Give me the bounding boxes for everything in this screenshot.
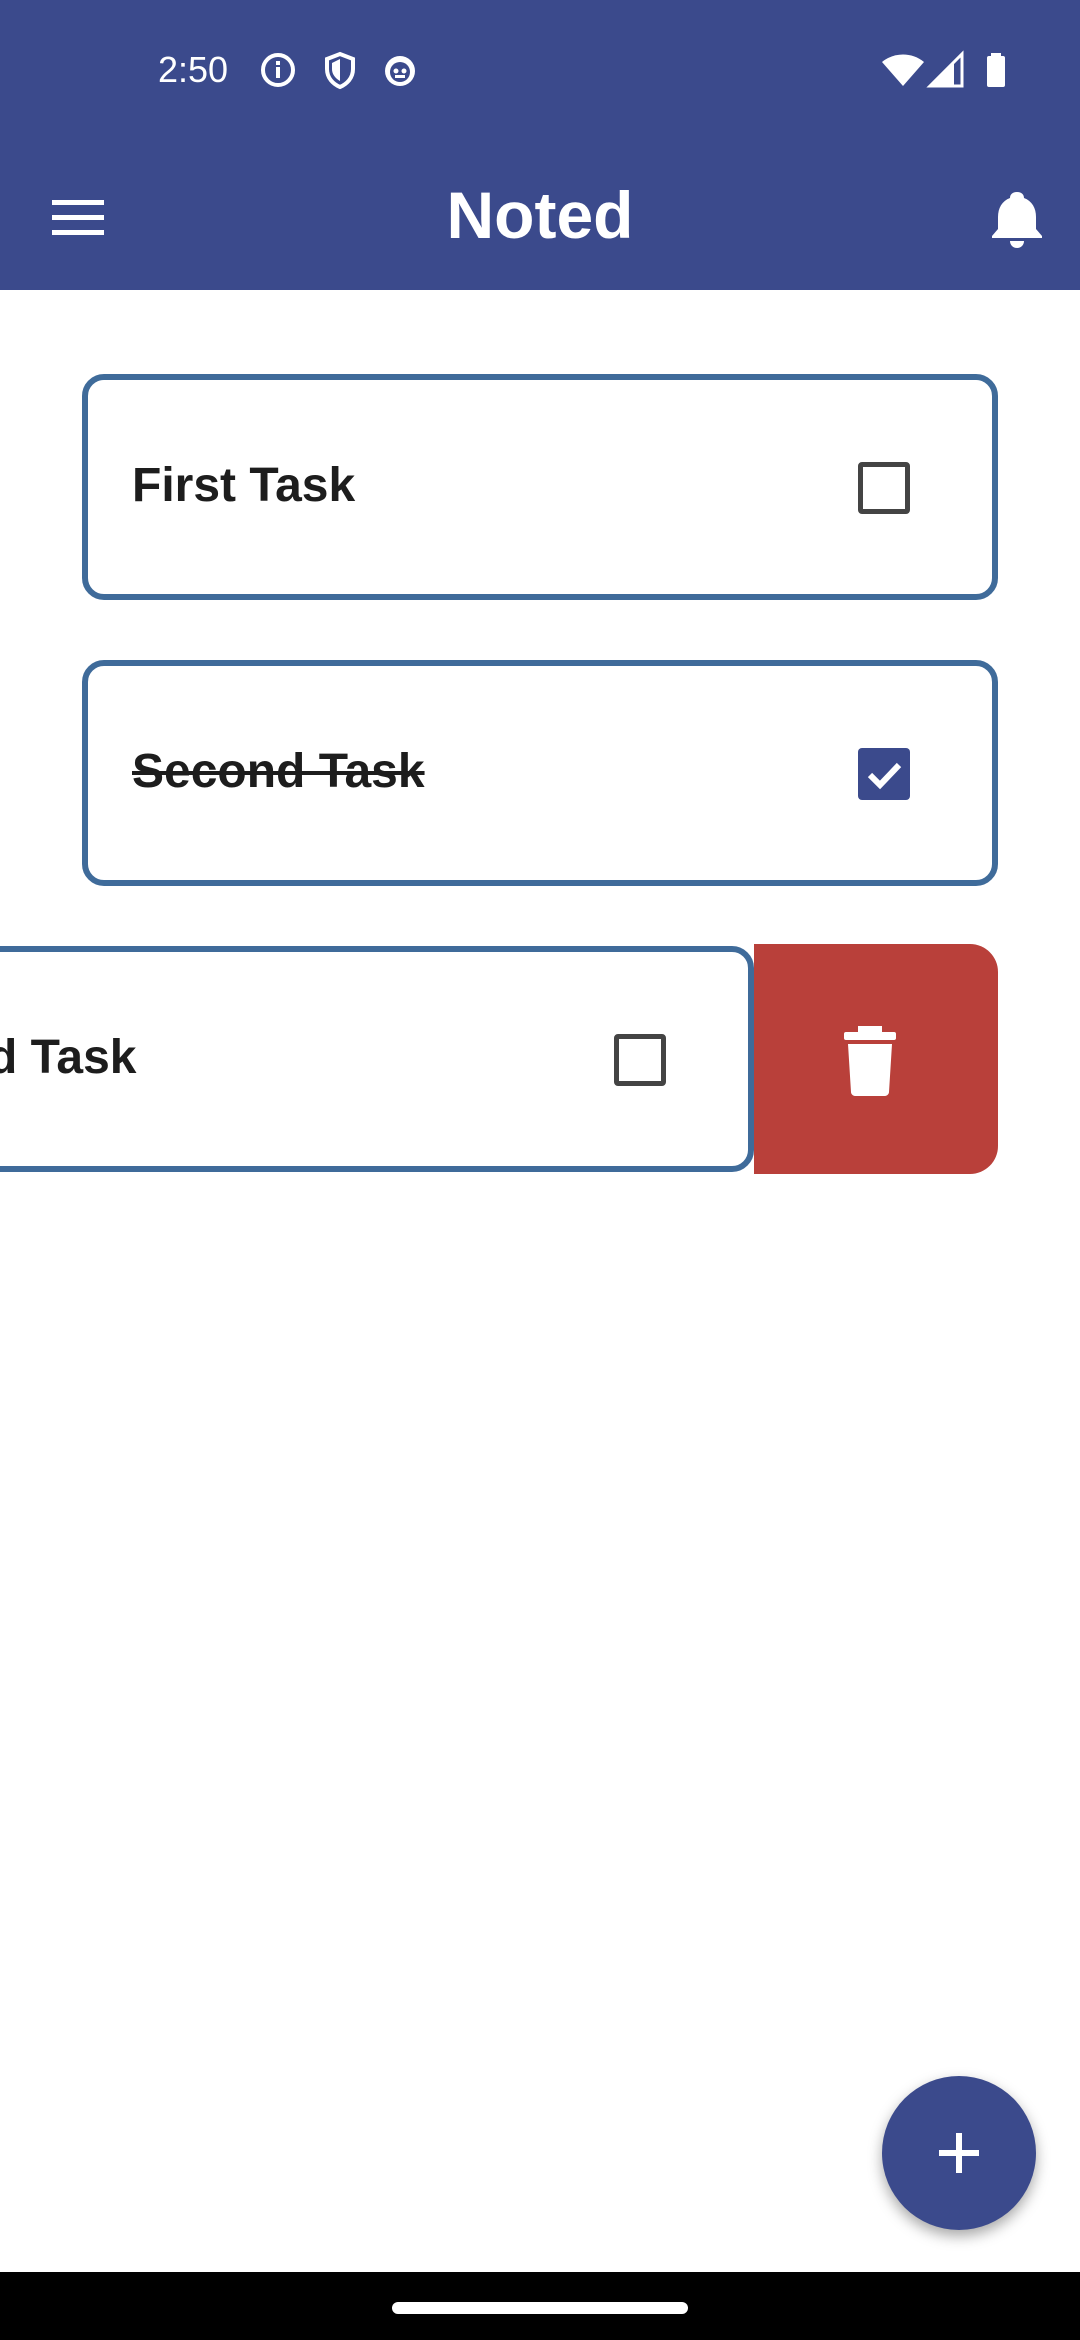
bell-icon[interactable] (982, 184, 1052, 254)
add-task-button[interactable] (882, 2076, 1036, 2230)
status-time: 2:50 (158, 49, 229, 90)
wifi-icon (880, 50, 926, 90)
task-checkbox[interactable] (614, 1034, 666, 1086)
task-label: Second Task (132, 745, 425, 798)
info-icon (258, 50, 298, 90)
task-label: d Task (0, 1031, 137, 1084)
task-checkbox[interactable] (858, 462, 910, 514)
status-bar: 2:50 (0, 0, 1080, 140)
navigation-bar (0, 2272, 1080, 2340)
task-card[interactable]: First Task (82, 374, 998, 600)
delete-task-button[interactable] (754, 944, 998, 1174)
battery-icon (976, 50, 1016, 90)
screen: 2:50 Noted First Task Second Task d Task (0, 0, 1080, 2340)
home-indicator[interactable] (392, 2302, 688, 2314)
plus-icon (939, 2133, 979, 2173)
task-card[interactable]: Second Task (82, 660, 998, 886)
robot-icon (380, 50, 420, 90)
trash-icon (844, 1026, 896, 1096)
task-checkbox[interactable] (858, 748, 910, 800)
check-icon (867, 762, 902, 790)
app-title: Noted (446, 178, 634, 252)
task-card[interactable]: d Task (0, 946, 754, 1172)
shield-icon (320, 50, 360, 90)
task-label: First Task (132, 459, 356, 512)
app-bar: Noted (0, 140, 1080, 290)
signal-icon (926, 50, 966, 90)
